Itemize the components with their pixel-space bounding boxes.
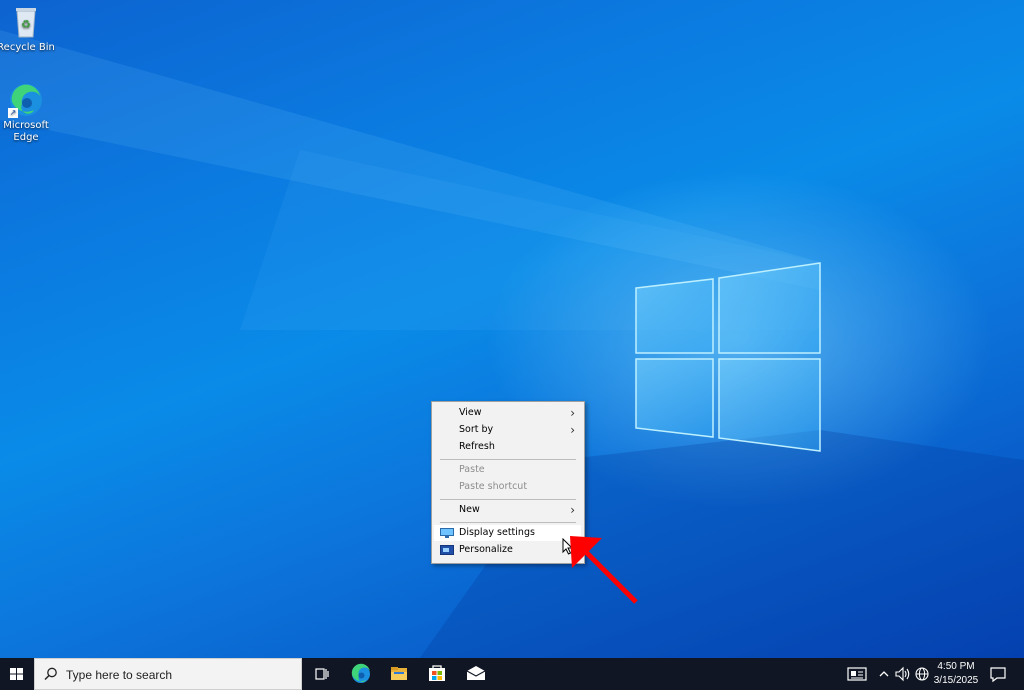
taskbar-mail-button[interactable]	[457, 658, 495, 690]
edge-icon: ↗	[8, 82, 44, 118]
news-button[interactable]	[845, 658, 869, 690]
search-icon	[44, 667, 57, 681]
menu-item-display-settings[interactable]: Display settings	[434, 525, 581, 541]
notifications-button[interactable]	[986, 658, 1010, 690]
taskbar-file-explorer-button[interactable]	[380, 658, 418, 690]
menu-item-personalize[interactable]: Personalize	[434, 542, 581, 558]
taskbar-clock[interactable]: 4:50 PM 3/15/2025	[928, 660, 984, 688]
personalize-icon	[440, 545, 454, 555]
microsoft-store-icon	[429, 665, 445, 681]
svg-text:♻: ♻	[21, 18, 31, 31]
taskbar-search-box[interactable]: Type here to search	[34, 658, 302, 690]
menu-item-paste-shortcut-label: Paste shortcut	[459, 481, 528, 492]
chevron-right-icon: ›	[570, 423, 575, 437]
volume-button[interactable]	[894, 658, 912, 690]
menu-item-view-label: View	[459, 407, 482, 418]
task-view-icon	[315, 668, 329, 680]
desktop-context-menu: View › Sort by › Refresh Paste Paste sho…	[431, 401, 585, 564]
edge-icon	[351, 663, 370, 683]
chevron-right-icon: ›	[570, 503, 575, 517]
menu-item-personalize-label: Personalize	[459, 544, 513, 555]
menu-item-display-settings-label: Display settings	[459, 527, 535, 538]
menu-separator	[440, 499, 576, 500]
menu-item-paste-label: Paste	[459, 464, 485, 475]
menu-item-paste: Paste	[434, 462, 581, 478]
taskbar-store-button[interactable]	[418, 658, 456, 690]
file-explorer-icon	[391, 667, 407, 680]
desktop[interactable]: ♻ Recycle Bin ↗ Microsoft Edge View › So…	[0, 0, 1024, 658]
edge-desktop-icon[interactable]: ↗ Microsoft Edge	[0, 82, 56, 144]
recycle-bin-label: Recycle Bin	[0, 42, 55, 53]
task-view-button[interactable]	[303, 658, 341, 690]
recycle-bin-icon: ♻	[8, 4, 44, 40]
menu-item-paste-shortcut: Paste shortcut	[434, 479, 581, 495]
menu-separator	[440, 522, 576, 523]
news-icon	[847, 667, 867, 681]
menu-item-sort-by-label: Sort by	[459, 424, 494, 435]
taskbar: Type here to search 4:50 PM 3/15/2025	[0, 658, 1024, 690]
windows-start-icon	[10, 668, 23, 680]
menu-item-refresh[interactable]: Refresh	[434, 439, 581, 455]
menu-separator	[440, 459, 576, 460]
volume-icon	[895, 666, 910, 682]
clock-time: 4:50 PM	[937, 661, 975, 672]
chevron-up-icon	[879, 671, 889, 677]
notification-icon	[990, 667, 1006, 683]
display-settings-icon	[440, 528, 454, 538]
menu-item-sort-by[interactable]: Sort by ›	[434, 422, 581, 438]
menu-item-refresh-label: Refresh	[459, 441, 495, 452]
start-button[interactable]	[0, 658, 34, 690]
menu-item-new-label: New	[459, 504, 480, 515]
show-hidden-icons-button[interactable]	[876, 658, 892, 690]
menu-item-new[interactable]: New ›	[434, 502, 581, 518]
menu-item-view[interactable]: View ›	[434, 405, 581, 421]
taskbar-edge-button[interactable]	[342, 658, 380, 690]
search-placeholder: Type here to search	[66, 668, 173, 682]
recycle-bin-desktop-icon[interactable]: ♻ Recycle Bin	[0, 4, 56, 54]
clock-date: 3/15/2025	[933, 675, 979, 686]
edge-label: Microsoft Edge	[3, 120, 49, 143]
mail-icon	[466, 666, 486, 680]
chevron-right-icon: ›	[570, 406, 575, 420]
